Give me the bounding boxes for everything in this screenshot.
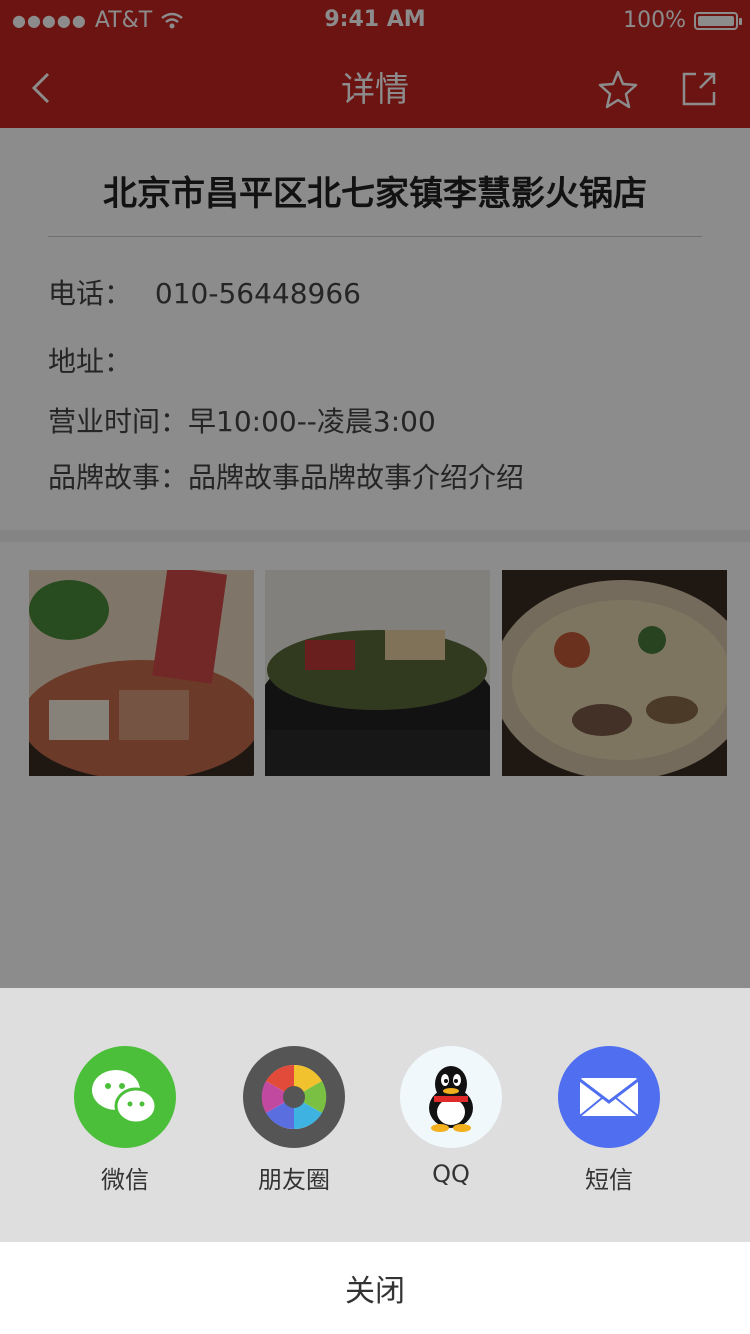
share-wechat-label: 微信 [101,1166,149,1194]
share-wechat[interactable]: 微信 [55,1046,195,1195]
share-sheet: 微信 朋友圈 QQ 短信 [0,988,750,1242]
qq-icon[interactable] [400,1046,502,1148]
share-moments[interactable]: 朋友圈 [224,1046,364,1195]
share-qq-label: QQ [432,1160,470,1188]
share-qq[interactable]: QQ [381,1046,521,1188]
share-sms[interactable]: 短信 [539,1046,679,1195]
sms-icon[interactable] [558,1046,660,1148]
moments-icon[interactable] [243,1046,345,1148]
wechat-icon[interactable] [74,1046,176,1148]
modal-backdrop[interactable] [0,0,750,988]
share-sms-label: 短信 [585,1166,633,1194]
close-label: 关闭 [345,1274,405,1309]
share-moments-label: 朋友圈 [258,1166,330,1194]
close-button[interactable]: 关闭 [0,1242,750,1334]
